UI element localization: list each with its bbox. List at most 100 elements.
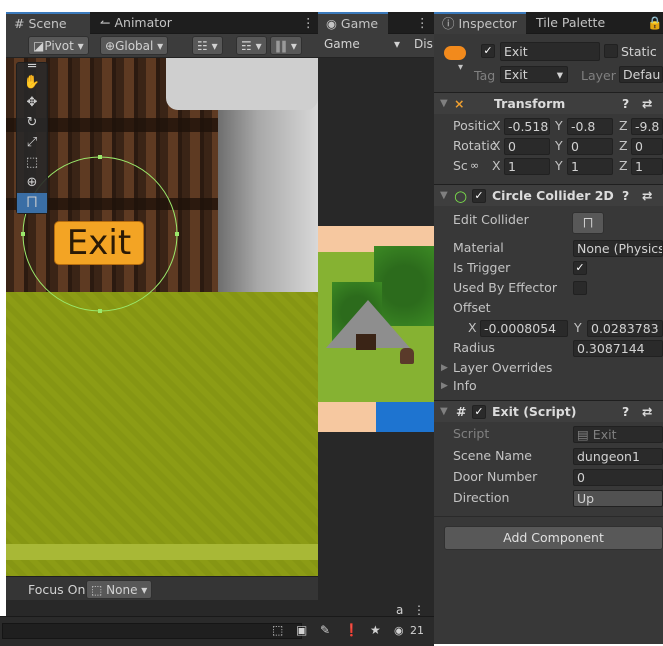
radius-row: Radius 0.3087144 xyxy=(434,338,663,358)
display-dropdown[interactable]: Dis xyxy=(414,37,433,51)
tools-grip[interactable]: ═ xyxy=(17,60,47,73)
is-trigger-checkbox[interactable]: ✓ xyxy=(573,261,587,275)
help-icon[interactable]: ? xyxy=(622,185,629,207)
collider-enabled-checkbox[interactable]: ✓ xyxy=(472,189,486,203)
position-z-field[interactable]: -9.8 xyxy=(631,118,663,135)
layer-overrides-foldout[interactable]: ▶ Layer Overrides xyxy=(434,358,663,378)
direction-dropdown[interactable]: Up xyxy=(573,490,663,507)
dungeon-door xyxy=(356,334,376,350)
rotation-x-field[interactable]: 0 xyxy=(504,138,550,155)
object-name-field[interactable]: Exit xyxy=(500,42,600,61)
object-icon xyxy=(444,46,466,60)
y-axis-label: Y xyxy=(555,158,563,173)
rotation-label: Rotatic xyxy=(453,138,497,153)
transform-tool-icon[interactable]: ⊕ xyxy=(17,173,47,193)
globe-icon: ⊕ xyxy=(105,39,116,53)
position-y-field[interactable]: -0.8 xyxy=(567,118,613,135)
tab-scene[interactable]: # Scene xyxy=(6,12,90,34)
add-component-button[interactable]: Add Component xyxy=(444,526,663,550)
offset-x-field[interactable]: -0.0008054 xyxy=(480,320,568,337)
game-view-dropdown[interactable]: Game xyxy=(324,37,360,51)
snap-button[interactable]: ☷ ▾ xyxy=(192,36,223,55)
tab-tile-palette[interactable]: Tile Palette xyxy=(528,12,613,34)
focus-dropdown[interactable]: ⬚ None ▾ xyxy=(86,580,153,599)
rock-cloud xyxy=(166,58,318,110)
exit-gizmo-label[interactable]: Exit xyxy=(54,221,144,265)
focus-on-label: Focus On xyxy=(28,582,86,597)
chevron-down-icon[interactable]: ▾ xyxy=(394,37,400,51)
rotate-tool-icon[interactable]: ↻ xyxy=(17,113,47,133)
scale-z-field[interactable]: 1 xyxy=(631,158,663,175)
eye-icon[interactable]: ◉ xyxy=(394,624,404,637)
tab-animator[interactable]: ↼ Animator xyxy=(92,12,180,34)
material-field[interactable]: None (Physics xyxy=(573,240,663,257)
sand-tiles xyxy=(318,402,376,432)
scene-name-field[interactable]: dungeon1 xyxy=(573,448,663,465)
tools-overlay: ═ ✋ ✥ ↻ ⤢ ⬚ ⊕ ⨅ xyxy=(16,60,48,214)
alert-icon[interactable]: ❗ xyxy=(344,623,359,637)
grid-snap-button[interactable]: ☶ ▾ xyxy=(236,36,267,55)
link-icon[interactable]: ∞ xyxy=(470,156,479,176)
rotation-y-field[interactable]: 0 xyxy=(567,138,613,155)
chevron-down-icon[interactable]: ▾ xyxy=(458,62,463,73)
layout-icon[interactable]: a xyxy=(396,603,403,617)
collider-handle[interactable] xyxy=(98,155,102,159)
star-icon[interactable]: ★ xyxy=(370,623,381,637)
tag-dropdown[interactable]: Exit ▾ xyxy=(500,66,568,83)
game-view[interactable] xyxy=(318,226,434,432)
info-foldout[interactable]: ▶ Info xyxy=(434,376,663,396)
game-tabbar: ◉ Game ⋮ xyxy=(318,12,434,34)
scale-x-field[interactable]: 1 xyxy=(504,158,550,175)
scene-name-label: Scene Name xyxy=(453,448,532,463)
settings-icon[interactable]: ⇄ xyxy=(642,401,652,423)
menu-icon[interactable]: ⋮ xyxy=(413,603,425,617)
pen-icon[interactable]: ✎ xyxy=(320,623,330,637)
scene-viewport[interactable]: Exit ═ ✋ ✥ ↻ ⤢ ⬚ ⊕ ⨅ xyxy=(6,58,318,588)
settings-icon[interactable]: ⇄ xyxy=(642,185,652,207)
inspect-icon[interactable]: ⬚ xyxy=(272,623,283,637)
rotation-z-field[interactable]: 0 xyxy=(631,138,663,155)
edit-collider-button[interactable]: ⨅ xyxy=(572,212,604,234)
increment-button[interactable]: ∥∥ ▾ xyxy=(270,36,302,55)
effector-row: Used By Effector xyxy=(434,278,663,298)
tab-inspector[interactable]: ⓘ Inspector xyxy=(434,12,526,34)
script-file-icon: ▤ xyxy=(577,427,589,442)
script-ref-row: Script ▤ Exit xyxy=(434,424,663,444)
effector-checkbox[interactable] xyxy=(573,281,587,295)
script-enabled-checkbox[interactable]: ✓ xyxy=(472,405,486,419)
door-number-field[interactable]: 0 xyxy=(573,469,663,486)
position-x-field[interactable]: -0.518 xyxy=(504,118,550,135)
lock-icon[interactable]: 🔒 xyxy=(639,12,663,34)
effector-label: Used By Effector xyxy=(453,280,557,295)
collider-handle[interactable] xyxy=(21,232,25,236)
static-checkbox[interactable] xyxy=(604,44,618,58)
active-checkbox[interactable]: ✓ xyxy=(481,44,495,58)
help-icon[interactable]: ? xyxy=(622,401,629,423)
cube-icon[interactable]: ▣ xyxy=(296,623,307,637)
z-axis-label: Z xyxy=(619,158,628,173)
transform-header[interactable]: ▼ ⨯ Transform ? ⇄ xyxy=(434,92,663,114)
panel-menu-icon[interactable]: ⋮ xyxy=(408,12,437,34)
pivot-button[interactable]: ◪Pivot ▾ xyxy=(28,36,89,55)
direction-label: Direction xyxy=(453,490,510,505)
tab-game[interactable]: ◉ Game xyxy=(318,12,388,34)
move-tool-icon[interactable]: ✥ xyxy=(17,93,47,113)
global-button[interactable]: ⊕Global ▾ xyxy=(100,36,169,55)
scale-tool-icon[interactable]: ⤢ xyxy=(17,133,47,153)
collider-header[interactable]: ▼ ○ ✓ Circle Collider 2D ? ⇄ xyxy=(434,184,663,206)
layer-dropdown[interactable]: Defau xyxy=(619,66,663,83)
y-axis-label: Y xyxy=(555,118,563,133)
edit-collider-tool-icon[interactable]: ⨅ xyxy=(17,193,47,213)
collider-handle[interactable] xyxy=(175,232,179,236)
gamepad-icon: ◉ xyxy=(326,16,337,31)
script-header[interactable]: ▼ # ✓ Exit (Script) ? ⇄ xyxy=(434,400,663,422)
settings-icon[interactable]: ⇄ xyxy=(642,93,652,115)
collider-handle[interactable] xyxy=(98,309,102,313)
help-icon[interactable]: ? xyxy=(622,93,629,115)
rect-tool-icon[interactable]: ⬚ xyxy=(17,153,47,173)
offset-y-field[interactable]: 0.0283783 xyxy=(587,320,663,337)
radius-field[interactable]: 0.3087144 xyxy=(573,340,663,357)
console-search[interactable] xyxy=(2,623,302,639)
scale-y-field[interactable]: 1 xyxy=(567,158,613,175)
hand-tool-icon[interactable]: ✋ xyxy=(17,73,47,93)
